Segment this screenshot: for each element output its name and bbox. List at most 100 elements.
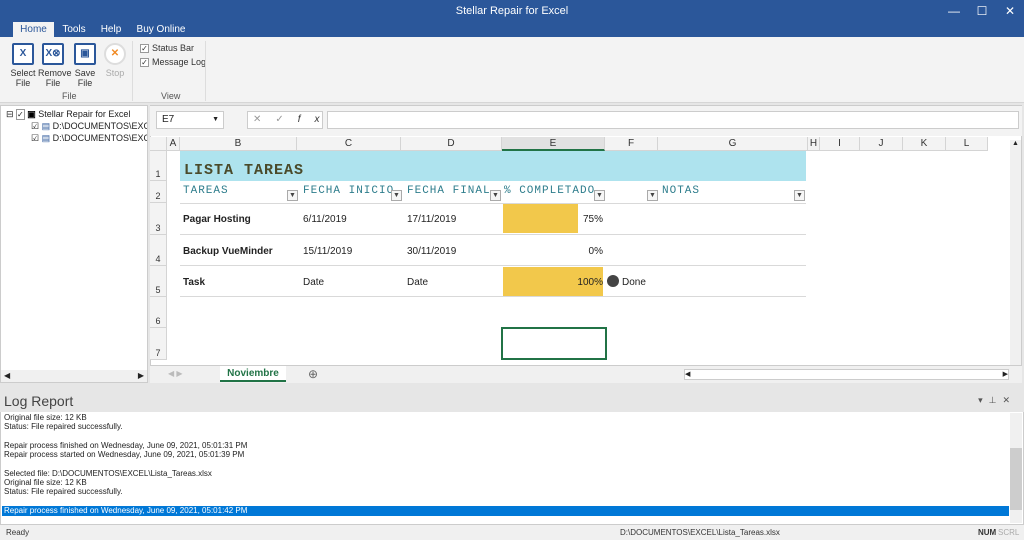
- save-icon: ▣: [74, 43, 96, 65]
- formula-buttons: ✕✓fx: [247, 111, 323, 129]
- tab-home[interactable]: Home: [13, 22, 54, 37]
- start-date: 6/11/2019: [303, 214, 347, 225]
- task-name: Pagar Hosting: [183, 214, 251, 225]
- column-header[interactable]: E: [502, 137, 605, 151]
- sheet-title: LISTA TAREAS: [184, 162, 305, 179]
- end-date: Date: [407, 277, 429, 288]
- progress-bar: [503, 204, 578, 233]
- panel-controls[interactable]: ▾⊥✕: [978, 395, 1016, 406]
- filter-dropdown[interactable]: ▼: [287, 190, 298, 201]
- column-header[interactable]: J: [860, 137, 903, 151]
- column-header[interactable]: I: [820, 137, 860, 151]
- name-box[interactable]: E7 ▼: [156, 111, 224, 129]
- log-line: Status: File repaired successfully.: [4, 422, 123, 432]
- task-name: Backup VueMinder: [183, 246, 273, 257]
- status-bar: Ready D:\DOCUMENTOS\EXCEL\Lista_Tareas.x…: [0, 525, 1024, 540]
- start-date: Date: [303, 277, 325, 288]
- select-file-button[interactable]: X Select File: [8, 43, 38, 88]
- check-icon: ✓: [140, 58, 149, 68]
- status-label: Done: [622, 277, 646, 288]
- remove-file-icon: X⊗: [42, 43, 64, 65]
- header-fecha-final: FECHA FINAL: [407, 185, 491, 197]
- message-log-checkbox[interactable]: ✓ Message Log: [140, 57, 206, 68]
- tree-item[interactable]: ☑ ▤ D:\DOCUMENTOS\EXCEL: [31, 133, 147, 144]
- column-header[interactable]: B: [180, 137, 297, 151]
- task-name: Task: [183, 277, 206, 288]
- percent-complete: 75%: [582, 214, 603, 225]
- maximize-button[interactable]: ☐: [968, 0, 996, 22]
- status-path: D:\DOCUMENTOS\EXCEL\Lista_Tareas.xlsx: [620, 528, 780, 537]
- row-header[interactable]: 5: [150, 266, 167, 297]
- filter-dropdown[interactable]: ▼: [794, 190, 805, 201]
- formula-input[interactable]: [327, 111, 1019, 129]
- filter-dropdown[interactable]: ▼: [647, 190, 658, 201]
- column-header[interactable]: G: [658, 137, 808, 151]
- row-header[interactable]: 6: [150, 297, 167, 328]
- remove-file-button[interactable]: X⊗ Remove File: [38, 43, 72, 88]
- tree-root[interactable]: ⊟ ✓ ▣ Stellar Repair for Excel: [6, 109, 130, 120]
- header-notas: NOTAS: [662, 185, 701, 197]
- horizontal-scrollbar[interactable]: ◀ ▶: [684, 369, 1009, 380]
- start-date: 15/11/2019: [303, 246, 353, 257]
- status-dot-icon: [607, 275, 619, 287]
- end-date: 30/11/2019: [407, 246, 457, 257]
- sheet-tab-noviembre[interactable]: Noviembre: [220, 366, 286, 382]
- status-bar-checkbox[interactable]: ✓ Status Bar: [140, 43, 194, 54]
- tab-tools[interactable]: Tools: [58, 22, 90, 37]
- row-header[interactable]: 1: [150, 151, 167, 181]
- title-bar: Stellar Repair for Excel: [0, 0, 1024, 22]
- tree-scrollbar[interactable]: ◀ ▶: [1, 370, 147, 382]
- file-group-label: File: [62, 91, 77, 101]
- tab-scroll-arrows[interactable]: ◀ ▶: [168, 369, 183, 378]
- formula-bar: E7 ▼ ✕✓fx: [150, 106, 1022, 136]
- log-selected-row[interactable]: Repair process finished on Wednesday, Ju…: [2, 506, 1009, 516]
- tab-help[interactable]: Help: [96, 22, 126, 37]
- log-header: Log Report ▾⊥✕: [0, 388, 1024, 412]
- column-header[interactable]: L: [946, 137, 988, 151]
- row-header[interactable]: 4: [150, 235, 167, 266]
- filter-dropdown[interactable]: ▼: [594, 190, 605, 201]
- header-tareas: TAREAS: [183, 185, 229, 197]
- column-header[interactable]: K: [903, 137, 946, 151]
- column-header[interactable]: H: [808, 137, 820, 151]
- percent-complete: 100%: [577, 277, 603, 288]
- end-date: 17/11/2019: [407, 214, 457, 225]
- file-tree: ⊟ ✓ ▣ Stellar Repair for Excel ☑ ▤ D:\DO…: [0, 105, 148, 383]
- view-group-label: View: [161, 91, 181, 101]
- add-sheet-icon[interactable]: ⊕: [308, 367, 318, 381]
- save-file-button[interactable]: ▣ Save File: [70, 43, 100, 88]
- filter-dropdown[interactable]: ▼: [490, 190, 501, 201]
- excel-file-icon: X: [12, 43, 34, 65]
- column-header[interactable]: A: [167, 137, 180, 151]
- column-header[interactable]: C: [297, 137, 401, 151]
- vertical-scrollbar[interactable]: ▲: [1010, 140, 1021, 365]
- log-scrollbar[interactable]: [1010, 413, 1022, 523]
- check-icon: ✓: [140, 44, 149, 54]
- minimize-button[interactable]: —: [940, 0, 968, 22]
- log-line-selected: Repair process finished on Wednesday, Ju…: [4, 506, 248, 515]
- tree-item[interactable]: ☑ ▤ D:\DOCUMENTOS\EXCEL: [31, 121, 147, 132]
- percent-complete: 0%: [588, 246, 603, 257]
- num-indicator: NUM: [978, 528, 997, 537]
- column-header[interactable]: F: [605, 137, 658, 151]
- row-header[interactable]: 3: [150, 203, 167, 235]
- status-text: Ready: [6, 528, 30, 537]
- stop-button[interactable]: ✕ Stop: [100, 43, 130, 78]
- scrl-indicator: SCRL: [998, 528, 1020, 537]
- log-title: Log Report: [4, 393, 74, 409]
- column-header[interactable]: D: [401, 137, 502, 151]
- menu-tabs: Home Tools Help Buy Online: [0, 22, 1024, 37]
- row-header[interactable]: 7: [150, 328, 167, 360]
- window-title: Stellar Repair for Excel: [455, 5, 569, 17]
- selected-cell-e7[interactable]: [501, 327, 607, 360]
- filter-dropdown[interactable]: ▼: [391, 190, 402, 201]
- sheet-tab-bar: ◀ ▶ Noviembre ⊕ ◀ ▶: [150, 365, 1022, 383]
- log-line: Status: File repaired successfully.: [4, 487, 123, 497]
- select-all-corner[interactable]: [150, 137, 167, 151]
- tab-buy-online[interactable]: Buy Online: [134, 22, 188, 37]
- stop-icon: ✕: [104, 43, 126, 65]
- close-button[interactable]: ✕: [996, 0, 1024, 22]
- log-line: Repair process started on Wednesday, Jun…: [4, 450, 245, 460]
- header-fecha-inicio: FECHA INICIO: [303, 185, 395, 197]
- row-header[interactable]: 2: [150, 181, 167, 203]
